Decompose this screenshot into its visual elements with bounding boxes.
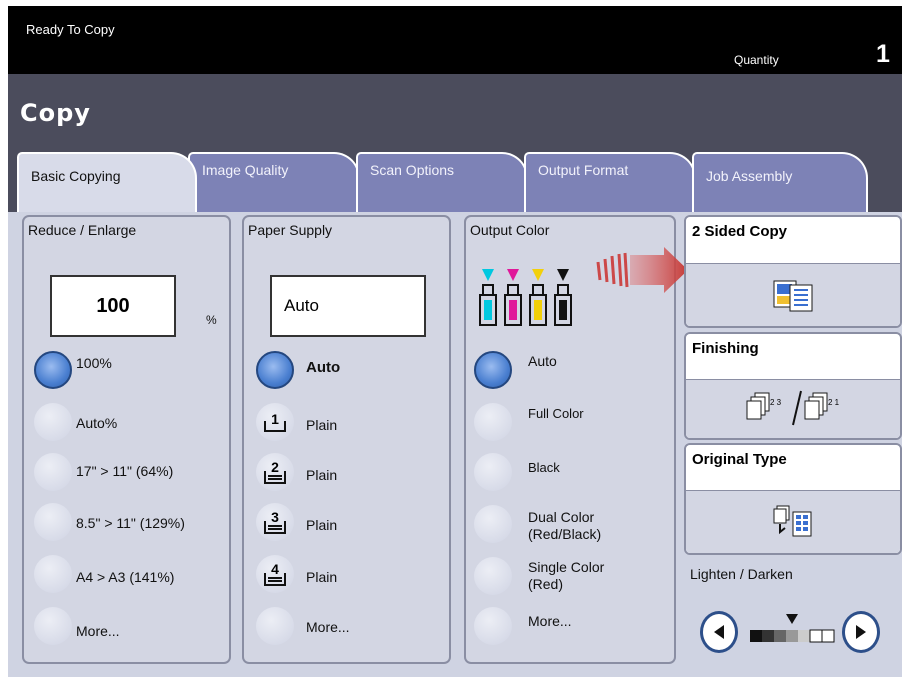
tab-image-quality[interactable]: Image Quality (188, 152, 360, 212)
radio-100[interactable] (34, 351, 72, 389)
original-type-icon (773, 505, 812, 537)
tab-scan-options[interactable]: Scan Options (356, 152, 528, 212)
tray-number: 1 (271, 411, 279, 427)
tray-number: 3 (271, 509, 279, 525)
reduce-enlarge-panel: Reduce / Enlarge 100 % 100% Auto% 17" > … (22, 215, 231, 664)
radio-dual-color[interactable] (474, 505, 512, 543)
tab-label: Image Quality (202, 162, 289, 178)
quantity-value[interactable]: 1 (876, 40, 890, 69)
two-sided-copy-button[interactable]: 2 Sided Copy (684, 215, 902, 328)
icon-area: 2 3 2 1 (686, 379, 900, 438)
tray-4-icon: 4 (264, 561, 286, 586)
radio-more[interactable] (256, 607, 294, 645)
tray-3-icon: 3 (264, 509, 286, 534)
copy-screen: Ready To Copy Quantity 1 Copy Basic Copy… (8, 6, 902, 677)
option-label: Dual Color (Red/Black) (528, 509, 602, 542)
radio-more[interactable] (474, 607, 512, 645)
collate-number: 2 1 (828, 398, 840, 407)
option-label: 17" > 11" (64%) (76, 463, 174, 479)
triangle-right-icon (856, 625, 866, 639)
darkness-marker (786, 614, 798, 624)
panel-title: Reduce / Enlarge (28, 222, 137, 238)
tray-number: 4 (271, 561, 279, 577)
option-label: 100% (76, 355, 112, 371)
option-label: A4 > A3 (141%) (76, 569, 175, 585)
radio-129-percent[interactable] (34, 503, 72, 541)
radio-auto[interactable] (256, 351, 294, 389)
radio-64-percent[interactable] (34, 453, 72, 491)
option-label: Auto (306, 359, 341, 376)
tab-output-format[interactable]: Output Format (524, 152, 696, 212)
paper-supply-field[interactable]: Auto (270, 275, 426, 337)
darken-button[interactable] (842, 611, 880, 653)
option-label: Black (528, 460, 560, 475)
tab-label: Scan Options (370, 162, 455, 178)
tray-2-icon: 2 (264, 459, 286, 484)
radio-black[interactable] (474, 453, 512, 491)
darkness-scale (750, 614, 835, 643)
lighten-darken-label: Lighten / Darken (690, 566, 793, 582)
panel-title: Paper Supply (248, 222, 333, 238)
tab-label: Basic Copying (31, 168, 121, 184)
page-title: Copy (20, 99, 91, 127)
radio-more[interactable] (34, 607, 72, 645)
option-label: Plain (306, 517, 338, 533)
option-label: Auto% (76, 415, 118, 431)
paper-supply-panel: Paper Supply Auto Auto 1 Plain 2 Plain 3… (242, 215, 451, 664)
toner-cartridges-icon (479, 269, 572, 326)
option-label: Plain (306, 467, 338, 483)
option-label: More... (528, 613, 572, 629)
finishing-button[interactable]: Finishing 2 3 2 1 (684, 332, 902, 440)
tab-label: Job Assembly (706, 168, 793, 184)
icon-area (686, 263, 900, 326)
lighten-button[interactable] (700, 611, 738, 653)
radio-single-color[interactable] (474, 557, 512, 595)
original-type-button[interactable]: Original Type (684, 443, 902, 555)
motion-arrow-icon (596, 247, 688, 293)
machine-status: Ready To Copy (26, 22, 115, 37)
tab-label: Output Format (538, 162, 629, 178)
option-label: Single Color (Red) (528, 559, 605, 592)
panel-title: Output Color (470, 222, 550, 238)
title-bar: Copy Basic Copying Image Quality Scan Op… (8, 74, 902, 212)
tray-number: 2 (271, 459, 279, 475)
radio-141-percent[interactable] (34, 555, 72, 593)
option-label: Plain (306, 417, 338, 433)
option-label: Plain (306, 569, 338, 585)
icon-area (686, 490, 900, 553)
radio-auto-percent[interactable] (34, 403, 72, 441)
collate-icon: 2 3 2 1 (746, 390, 840, 426)
option-label: 8.5" > 11" (129%) (76, 515, 185, 531)
collate-number: 2 3 (770, 398, 782, 407)
percent-unit: % (206, 313, 217, 327)
two-sided-copy-icon (773, 280, 813, 312)
triangle-left-icon (714, 625, 724, 639)
option-label: More... (306, 619, 350, 635)
radio-full-color[interactable] (474, 403, 512, 441)
tab-job-assembly[interactable]: Job Assembly (692, 152, 868, 212)
quantity-label: Quantity (734, 53, 779, 67)
option-label: Auto (528, 353, 557, 369)
option-label: More... (76, 623, 120, 639)
tab-basic-copying[interactable]: Basic Copying (17, 152, 197, 212)
status-bar: Ready To Copy Quantity 1 (8, 6, 902, 74)
radio-auto[interactable] (474, 351, 512, 389)
option-label: Full Color (528, 406, 584, 421)
scale-value-field[interactable]: 100 (50, 275, 176, 337)
tray-1-icon: 1 (264, 411, 286, 432)
